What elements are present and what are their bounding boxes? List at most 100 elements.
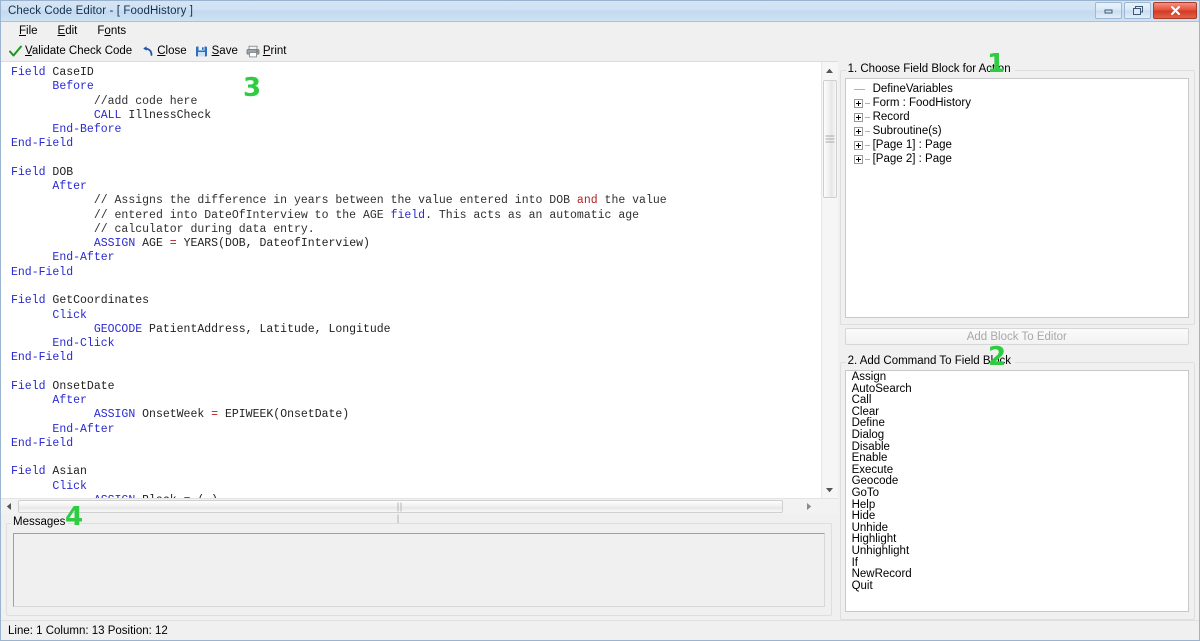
command-list-item[interactable]: Geocode bbox=[846, 476, 1188, 488]
code-token bbox=[11, 251, 52, 264]
toolbar: Validate Check Code Close Save bbox=[1, 41, 1199, 61]
expand-plus-icon[interactable] bbox=[854, 99, 863, 108]
code-token: // calculator during data entry. bbox=[94, 223, 315, 236]
tree-item[interactable]: DefineVariables bbox=[846, 82, 1188, 96]
code-token: AGE bbox=[135, 237, 170, 250]
editor-hscroll-thumb[interactable] bbox=[18, 500, 783, 513]
command-list-item[interactable]: GoTo bbox=[846, 488, 1188, 500]
editor-column: Field CaseID Before //add code here CALL… bbox=[1, 61, 838, 620]
close-button[interactable] bbox=[1153, 2, 1197, 19]
code-token: = bbox=[170, 237, 177, 250]
code-token: End-Field bbox=[11, 137, 73, 150]
command-list-item[interactable]: Hide bbox=[846, 511, 1188, 523]
code-token bbox=[11, 337, 52, 350]
scroll-left-arrow-icon[interactable] bbox=[1, 499, 17, 514]
code-token bbox=[11, 180, 52, 193]
menu-bar: File Edit Fonts bbox=[1, 22, 1199, 41]
code-token: Asian bbox=[52, 465, 87, 478]
expand-plus-icon[interactable] bbox=[854, 127, 863, 136]
command-list-item[interactable]: Enable bbox=[846, 453, 1188, 465]
code-line: Field Asian bbox=[11, 465, 821, 479]
tree-item[interactable]: Record bbox=[846, 110, 1188, 124]
code-token: ASSIGN bbox=[94, 408, 135, 421]
restore-button[interactable] bbox=[1124, 2, 1151, 19]
code-line: Field GetCoordinates bbox=[11, 294, 821, 308]
validate-check-code-button[interactable]: Validate Check Code bbox=[5, 43, 137, 59]
code-token bbox=[11, 408, 94, 421]
command-list-item[interactable]: Assign bbox=[846, 372, 1188, 384]
tree-connector bbox=[865, 159, 870, 160]
window-controls bbox=[1095, 2, 1197, 19]
editor-vscroll-thumb[interactable] bbox=[823, 80, 837, 198]
code-line: Field CaseID bbox=[11, 66, 821, 80]
application-window: Check Code Editor - [ FoodHistory ] bbox=[0, 0, 1200, 641]
command-list-item[interactable]: Call bbox=[846, 395, 1188, 407]
code-editor[interactable]: Field CaseID Before //add code here CALL… bbox=[1, 62, 821, 498]
tree-connector bbox=[865, 103, 870, 104]
tree-branch-icon bbox=[854, 85, 863, 94]
command-list-item[interactable]: AutoSearch bbox=[846, 384, 1188, 396]
menu-item-fonts-label: nts bbox=[111, 25, 126, 37]
command-list[interactable]: AssignAutoSearchCallClearDefineDialogDis… bbox=[845, 370, 1189, 612]
code-token: GEOCODE bbox=[94, 323, 142, 336]
messages-label: Messages bbox=[11, 516, 68, 528]
menu-item-fonts[interactable]: Fonts bbox=[87, 23, 136, 39]
tree-item-label: [Page 1] : Page bbox=[873, 139, 952, 151]
add-block-to-editor-button[interactable]: Add Block To Editor bbox=[845, 328, 1189, 345]
close-icon bbox=[1170, 5, 1181, 16]
field-block-tree[interactable]: DefineVariablesForm : FoodHistoryRecordS… bbox=[845, 78, 1189, 318]
scroll-right-arrow-icon[interactable] bbox=[801, 499, 817, 514]
code-line: Field OnsetDate bbox=[11, 380, 821, 394]
save-button[interactable]: Save bbox=[192, 43, 243, 59]
command-list-item[interactable]: Define bbox=[846, 418, 1188, 430]
close-button-toolbar[interactable]: Close bbox=[137, 43, 191, 59]
tree-connector bbox=[865, 145, 870, 146]
code-token: //add code here bbox=[94, 95, 198, 108]
code-token: the value bbox=[598, 194, 667, 207]
messages-textarea[interactable] bbox=[13, 533, 825, 607]
menu-item-edit[interactable]: Edit bbox=[48, 23, 88, 39]
tree-item[interactable]: Subroutine(s) bbox=[846, 124, 1188, 138]
tree-connector bbox=[865, 131, 870, 132]
code-token: End-Click bbox=[52, 337, 114, 350]
scroll-up-arrow-icon[interactable] bbox=[822, 62, 838, 79]
code-token: Field bbox=[11, 294, 52, 307]
code-token: Field bbox=[11, 166, 52, 179]
expand-plus-icon[interactable] bbox=[854, 155, 863, 164]
tree-item[interactable]: [Page 2] : Page bbox=[846, 152, 1188, 166]
editor-vertical-scrollbar[interactable] bbox=[821, 62, 838, 498]
code-line: Field DOB bbox=[11, 166, 821, 180]
scroll-down-arrow-icon[interactable] bbox=[822, 481, 838, 498]
code-line bbox=[11, 451, 821, 465]
command-list-item[interactable]: Quit bbox=[846, 581, 1188, 593]
code-line: End-Click bbox=[11, 337, 821, 351]
print-button[interactable]: Print bbox=[243, 43, 292, 59]
code-token: Field bbox=[11, 465, 52, 478]
code-token: OnsetDate bbox=[52, 380, 114, 393]
tree-item[interactable]: [Page 1] : Page bbox=[846, 138, 1188, 152]
command-list-item[interactable]: Help bbox=[846, 500, 1188, 512]
tree-item[interactable]: Form : FoodHistory bbox=[846, 96, 1188, 110]
minimize-button[interactable] bbox=[1095, 2, 1122, 19]
code-token: PatientAddress, Latitude, Longitude bbox=[142, 323, 390, 336]
command-list-item[interactable]: Dialog bbox=[846, 430, 1188, 442]
code-token: CALL bbox=[94, 109, 122, 122]
command-panel-label: 2. Add Command To Field Block bbox=[846, 355, 1015, 367]
menu-item-file[interactable]: File bbox=[9, 23, 48, 39]
command-list-item[interactable]: Disable bbox=[846, 442, 1188, 454]
status-bar-text: Line: 1 Column: 13 Position: 12 bbox=[8, 625, 168, 637]
expand-plus-icon[interactable] bbox=[854, 141, 863, 150]
code-token: and bbox=[577, 194, 598, 207]
command-list-item[interactable]: Unhide bbox=[846, 523, 1188, 535]
menu-item-file-label: ile bbox=[26, 25, 38, 37]
command-list-item[interactable]: NewRecord bbox=[846, 569, 1188, 581]
code-token: After bbox=[52, 394, 87, 407]
field-block-panel-label: 1. Choose Field Block for Action bbox=[846, 63, 1015, 75]
code-token: YEARS(DOB, DateofInterview) bbox=[177, 237, 370, 250]
command-list-item[interactable]: Clear bbox=[846, 407, 1188, 419]
command-list-item[interactable]: Unhighlight bbox=[846, 546, 1188, 558]
print-label: Print bbox=[263, 45, 287, 57]
editor-horizontal-scrollbar[interactable] bbox=[1, 498, 838, 514]
code-editor-area: Field CaseID Before //add code here CALL… bbox=[1, 61, 838, 498]
expand-plus-icon[interactable] bbox=[854, 113, 863, 122]
